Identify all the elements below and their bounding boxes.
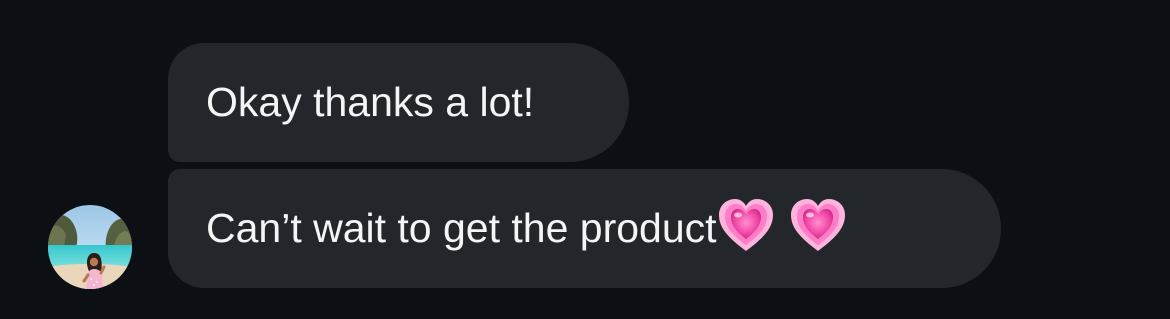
emoji-group xyxy=(717,169,849,288)
message-bubble[interactable]: Okay thanks a lot! xyxy=(168,43,629,162)
sender-avatar[interactable] xyxy=(48,205,132,289)
message-thread: Okay thanks a lot! Can’t wait to get the… xyxy=(0,0,1170,319)
avatar-photo-icon xyxy=(48,205,132,289)
message-text: Can’t wait to get the product xyxy=(206,205,717,251)
message-bubble[interactable]: Can’t wait to get the product xyxy=(168,169,1001,288)
growing-heart-emoji-icon xyxy=(717,169,777,288)
growing-heart-emoji-icon xyxy=(789,169,849,288)
message-text: Okay thanks a lot! xyxy=(206,79,535,125)
